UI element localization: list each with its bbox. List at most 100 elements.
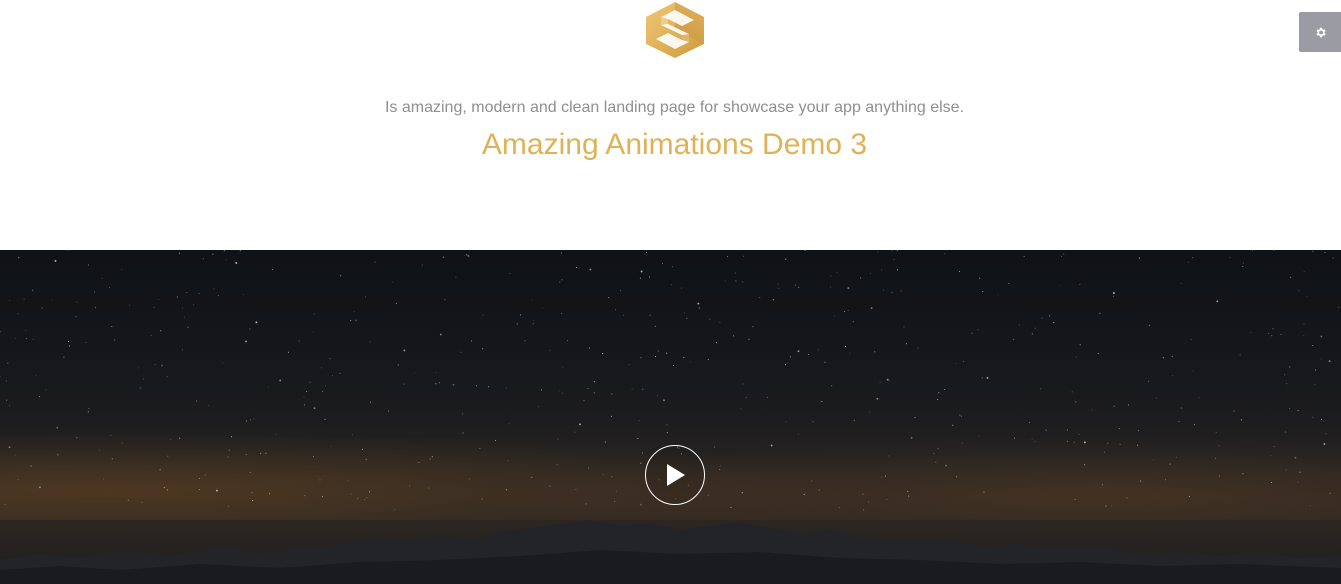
star — [657, 395, 659, 397]
star — [102, 478, 105, 480]
mountain-silhouette — [0, 520, 1341, 584]
star — [557, 438, 559, 440]
star — [549, 485, 551, 487]
star — [252, 499, 254, 502]
star — [452, 383, 455, 386]
star — [778, 287, 780, 290]
star — [45, 389, 47, 391]
star — [129, 304, 131, 306]
star — [314, 313, 316, 315]
star — [505, 387, 507, 389]
star — [306, 390, 308, 392]
star — [6, 399, 8, 401]
star — [593, 381, 595, 383]
star — [506, 489, 508, 491]
star — [1112, 295, 1114, 297]
star — [958, 271, 961, 273]
star — [1148, 324, 1150, 326]
star — [154, 363, 156, 365]
star — [163, 487, 165, 489]
star — [1338, 306, 1340, 308]
star — [608, 296, 610, 299]
star — [881, 476, 883, 478]
star — [1240, 419, 1242, 421]
settings-toggle-button[interactable] — [1299, 12, 1341, 52]
star — [1271, 335, 1273, 337]
star — [614, 309, 617, 311]
star — [1112, 292, 1115, 294]
star — [1297, 410, 1299, 412]
star — [1113, 405, 1115, 407]
star — [874, 351, 876, 353]
star — [1215, 431, 1217, 433]
star — [324, 385, 327, 387]
star — [558, 390, 560, 392]
play-video-button[interactable] — [645, 445, 705, 505]
star — [481, 498, 483, 500]
star — [153, 306, 155, 308]
star — [1325, 433, 1327, 435]
star — [1242, 473, 1244, 475]
star — [38, 396, 40, 398]
star — [666, 432, 668, 434]
star — [640, 357, 642, 359]
star — [395, 302, 397, 304]
star — [615, 490, 618, 492]
star — [23, 298, 25, 300]
star — [648, 276, 651, 278]
star — [1294, 456, 1297, 459]
star — [1242, 265, 1244, 267]
star — [18, 257, 20, 259]
star — [322, 390, 324, 392]
star — [442, 256, 444, 258]
star — [479, 447, 481, 450]
star — [1289, 407, 1291, 409]
star — [862, 493, 864, 495]
star — [68, 345, 70, 347]
star — [279, 379, 282, 382]
star — [646, 251, 648, 253]
hexagon-s-logo-icon[interactable] — [644, 1, 706, 59]
star — [414, 372, 416, 374]
star — [431, 456, 433, 458]
star — [863, 509, 865, 511]
star — [324, 418, 326, 420]
star — [891, 250, 893, 252]
star — [1280, 333, 1282, 336]
star — [488, 386, 490, 388]
star — [127, 499, 129, 501]
star — [1306, 295, 1308, 297]
hero-video-section — [0, 250, 1341, 584]
star — [1169, 463, 1171, 465]
star — [893, 259, 895, 261]
star — [876, 397, 879, 400]
star — [661, 262, 664, 265]
star — [1118, 428, 1120, 430]
star — [715, 342, 717, 344]
star — [666, 352, 668, 354]
star — [228, 449, 230, 451]
star — [1041, 317, 1043, 319]
star — [198, 477, 201, 479]
star — [150, 334, 152, 336]
star — [654, 325, 656, 327]
star — [770, 444, 773, 447]
star — [1239, 354, 1241, 356]
star — [1164, 479, 1167, 481]
star — [579, 423, 581, 426]
star — [321, 496, 324, 498]
page-title: Amazing Animations Demo 3 — [481, 128, 868, 161]
star — [225, 259, 227, 261]
star — [1285, 469, 1287, 471]
star — [784, 364, 787, 366]
star — [249, 471, 251, 474]
star — [562, 366, 564, 368]
star — [935, 461, 937, 463]
star — [217, 295, 219, 297]
star — [789, 356, 791, 358]
star — [759, 297, 761, 299]
star — [94, 291, 96, 293]
star — [198, 489, 200, 491]
star — [394, 509, 396, 511]
star — [1098, 312, 1101, 315]
